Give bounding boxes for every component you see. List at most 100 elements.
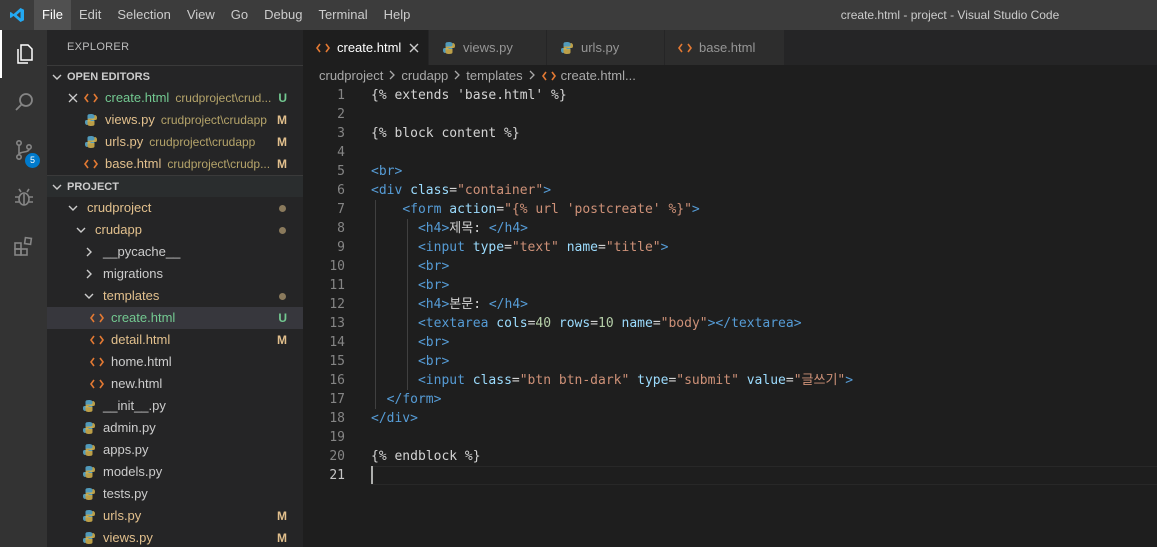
file-item[interactable]: home.html <box>47 351 303 373</box>
code-editor[interactable]: 1 {% extends 'base.html' %} 2 3 {% block con… <box>303 86 1157 547</box>
open-editor-item[interactable]: urls.py crudproject\crudapp M <box>47 131 303 153</box>
code-token: > <box>691 202 700 217</box>
code-token: = <box>449 183 458 198</box>
python-file-icon <box>81 420 97 436</box>
line-text: <div class="container"> <box>371 181 551 200</box>
debug-icon[interactable] <box>0 174 47 222</box>
file-item[interactable]: new.html <box>47 373 303 395</box>
tab-close-icon[interactable] <box>409 40 419 56</box>
line-text: <textarea cols=40 rows=10 name="body"></… <box>371 314 802 333</box>
file-item[interactable]: views.py M <box>47 527 303 547</box>
tab-base-html[interactable]: base.html <box>665 30 785 65</box>
menu-selection[interactable]: Selection <box>109 0 178 30</box>
chevron-down-icon[interactable] <box>81 288 97 304</box>
file-item[interactable]: urls.py M <box>47 505 303 527</box>
folder-item[interactable]: templates <box>47 285 303 307</box>
code-token: > <box>660 240 669 255</box>
file-item[interactable]: admin.py <box>47 417 303 439</box>
chevron-right-icon[interactable] <box>81 266 97 282</box>
open-editors-header[interactable]: OPEN EDITORS <box>47 65 303 87</box>
code-token: > <box>543 183 552 198</box>
menu-help[interactable]: Help <box>376 0 419 30</box>
menu-file[interactable]: File <box>34 0 71 30</box>
folder-item[interactable]: __pycache__ <box>47 241 303 263</box>
code-token: < <box>371 183 379 198</box>
tab-urls-py[interactable]: urls.py <box>547 30 665 65</box>
line-number: 12 <box>329 297 345 312</box>
tree-item-label: __pycache__ <box>103 244 181 259</box>
chevron-right-icon[interactable] <box>81 244 97 260</box>
html-file-icon <box>83 90 99 106</box>
code-token: {% extends 'base.html' %} <box>371 88 567 103</box>
breadcrumb-item[interactable]: crudproject <box>319 65 383 87</box>
explorer-icon[interactable] <box>0 30 47 78</box>
code-line: 2 <box>303 105 1157 124</box>
code-token: < <box>417 297 426 312</box>
code-token: > <box>520 297 528 312</box>
code-token: textarea <box>425 316 489 331</box>
line-text: <br> <box>371 162 402 181</box>
code-token: br <box>425 278 442 293</box>
code-token: 제목: <box>449 221 489 236</box>
chevron-down-icon[interactable] <box>73 222 89 238</box>
chevron-down-icon[interactable] <box>65 200 81 216</box>
menu-terminal[interactable]: Terminal <box>310 0 375 30</box>
git-status-badge: M <box>277 157 287 171</box>
tree-item-label: __init__.py <box>103 398 166 413</box>
project-label: PROJECT <box>67 180 119 193</box>
code-token: h4 <box>504 221 521 236</box>
file-item[interactable]: __init__.py <box>47 395 303 417</box>
code-token: = <box>496 202 505 217</box>
folder-item[interactable]: crudapp <box>47 219 303 241</box>
code-token: = <box>652 316 661 331</box>
html-file-icon <box>677 40 693 56</box>
html-file-icon <box>83 156 99 172</box>
line-number: 5 <box>337 164 345 179</box>
line-text: <br> <box>371 257 449 276</box>
breadcrumb-separator-icon <box>528 65 536 87</box>
code-token: < <box>402 202 411 217</box>
menu-edit[interactable]: Edit <box>71 0 109 30</box>
code-line: 20 {% endblock %} <box>303 447 1157 466</box>
breadcrumb-item[interactable]: crudapp <box>401 65 448 87</box>
file-item[interactable]: models.py <box>47 461 303 483</box>
tree-item-label: migrations <box>103 266 163 281</box>
file-item[interactable]: detail.html M <box>47 329 303 351</box>
tab-create-html[interactable]: create.html <box>303 30 429 65</box>
python-file-icon <box>81 464 97 480</box>
python-file-icon <box>441 40 457 56</box>
line-text: <h4>제목: </h4> <box>371 219 528 238</box>
open-editor-item[interactable]: views.py crudproject\crudapp M <box>47 109 303 131</box>
file-item[interactable]: apps.py <box>47 439 303 461</box>
file-item[interactable]: create.html U <box>47 307 303 329</box>
html-file-icon <box>541 68 557 84</box>
code-line: 1 {% extends 'base.html' %} <box>303 86 1157 105</box>
code-token: < <box>417 373 426 388</box>
file-item[interactable]: tests.py <box>47 483 303 505</box>
code-token: name <box>613 316 653 331</box>
line-text: {% extends 'base.html' %} <box>371 86 567 105</box>
menu-go[interactable]: Go <box>223 0 256 30</box>
menu-view[interactable]: View <box>179 0 223 30</box>
menu-debug[interactable]: Debug <box>256 0 310 30</box>
open-editor-item[interactable]: create.html crudproject\crud... U <box>47 87 303 109</box>
close-icon[interactable] <box>65 90 81 106</box>
breadcrumb-item[interactable]: ... <box>625 65 636 87</box>
source-control-icon[interactable]: 5 <box>0 126 47 174</box>
python-file-icon <box>559 40 575 56</box>
tab-views-py[interactable]: views.py <box>429 30 547 65</box>
folder-item[interactable]: migrations <box>47 263 303 285</box>
breadcrumb: crudproject crudapp templates create.html..… <box>303 65 1157 87</box>
breadcrumb-item[interactable]: templates <box>466 65 522 87</box>
open-editor-item[interactable]: base.html crudproject\crudp... M <box>47 153 303 175</box>
open-editor-name: create.html <box>105 90 170 105</box>
breadcrumb-item[interactable]: create.html <box>561 65 625 87</box>
extensions-icon[interactable] <box>0 222 47 270</box>
project-header[interactable]: PROJECT <box>47 175 303 197</box>
line-number: 8 <box>337 221 345 236</box>
folder-item[interactable]: crudproject <box>47 197 303 219</box>
code-token: br <box>425 354 442 369</box>
search-icon[interactable] <box>0 78 47 126</box>
